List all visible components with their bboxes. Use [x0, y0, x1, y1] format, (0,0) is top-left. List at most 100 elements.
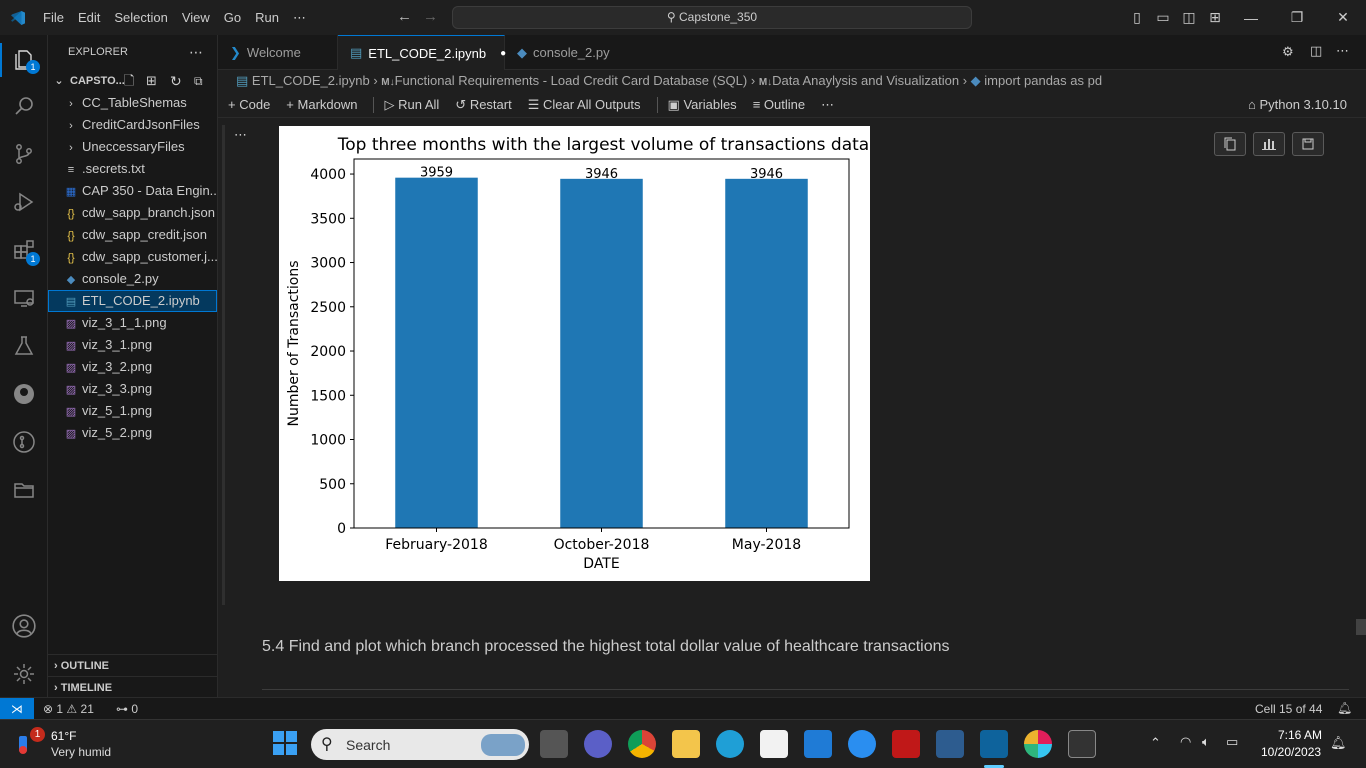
- tree-folder[interactable]: › CC_TableShemas: [48, 92, 217, 114]
- menu-more[interactable]: ⋯: [286, 0, 313, 35]
- tree-folder[interactable]: › CreditCardJsonFiles: [48, 114, 217, 136]
- tree-file[interactable]: ▨ viz_5_1.png: [48, 400, 217, 422]
- teams-meet-icon[interactable]: [584, 730, 612, 758]
- new-file-icon[interactable]: 🗋: [124, 70, 134, 92]
- tree-file[interactable]: {} cdw_sapp_branch.json: [48, 202, 217, 224]
- timeline-section[interactable]: › TIMELINE: [48, 676, 217, 698]
- refresh-icon[interactable]: ↻: [170, 70, 182, 92]
- battery-icon[interactable]: ▭: [1226, 734, 1238, 750]
- outline-button[interactable]: ≡ Outline: [753, 97, 805, 112]
- clear-outputs-button[interactable]: ☰ Clear All Outputs: [528, 97, 641, 113]
- get-help-icon[interactable]: [848, 730, 876, 758]
- notification-bell-icon[interactable]: 🔔︎: [1330, 735, 1347, 751]
- tree-file[interactable]: ▤ ETL_CODE_2.ipynb: [48, 290, 217, 312]
- tab-etl-notebook[interactable]: ▤ ETL_CODE_2.ipynb ●: [338, 35, 506, 70]
- breadcrumb-file[interactable]: ETL_CODE_2.ipynb: [252, 73, 370, 88]
- slack-icon[interactable]: [1024, 730, 1052, 758]
- myhp-icon[interactable]: [804, 730, 832, 758]
- breadcrumb-cell[interactable]: import pandas as pd: [984, 73, 1102, 88]
- forward-arrow-icon[interactable]: →: [423, 8, 438, 25]
- folder-icon[interactable]: [8, 474, 40, 506]
- gear-icon[interactable]: [8, 658, 40, 690]
- github-icon[interactable]: [8, 378, 40, 410]
- mysql-workbench-icon[interactable]: [936, 730, 964, 758]
- problems-indicator[interactable]: ⊗ 1 ⚠ 21: [43, 702, 94, 716]
- cell-position[interactable]: Cell 15 of 44: [1255, 702, 1322, 716]
- save-output-icon[interactable]: [1292, 132, 1324, 156]
- menu-edit[interactable]: Edit: [71, 0, 107, 35]
- remote-indicator-icon[interactable]: ⋊: [0, 698, 34, 719]
- toggle-sidebar-icon[interactable]: ▯: [1126, 0, 1148, 35]
- breadcrumb-section-2[interactable]: Data Anaylysis and Visualization: [772, 73, 959, 88]
- split-editor-icon[interactable]: ◫: [1310, 43, 1322, 59]
- outline-section[interactable]: › OUTLINE: [48, 654, 217, 676]
- taskbar-search-box[interactable]: ⚲ Search: [311, 729, 529, 760]
- mcafee-icon[interactable]: [892, 730, 920, 758]
- close-window-button[interactable]: ✕: [1320, 0, 1366, 35]
- toggle-panel-icon[interactable]: ▭: [1152, 0, 1174, 35]
- tree-file[interactable]: ◆ console_2.py: [48, 268, 217, 290]
- terminal-icon[interactable]: [1068, 730, 1096, 758]
- copy-output-icon[interactable]: [1214, 132, 1246, 156]
- notification-bell-icon[interactable]: 🔔︎: [1337, 701, 1352, 715]
- tree-file[interactable]: {} cdw_sapp_customer.j...: [48, 246, 217, 268]
- chart-view-icon[interactable]: [1253, 132, 1285, 156]
- file-explorer-icon[interactable]: [672, 730, 700, 758]
- scrollbar-thumb[interactable]: [1356, 619, 1366, 635]
- menu-file[interactable]: File: [36, 0, 71, 35]
- tree-file[interactable]: ≡ .secrets.txt: [48, 158, 217, 180]
- search-icon[interactable]: [8, 90, 40, 122]
- new-folder-icon[interactable]: ⊞: [146, 70, 157, 92]
- edge-icon[interactable]: [716, 730, 744, 758]
- tree-file[interactable]: ▨ viz_3_1_1.png: [48, 312, 217, 334]
- restore-button[interactable]: ❐: [1274, 0, 1320, 35]
- tree-folder[interactable]: › UneccessaryFiles: [48, 136, 217, 158]
- tab-console-py[interactable]: ◆ console_2.py: [505, 35, 629, 70]
- microsoft-store-icon[interactable]: [760, 730, 788, 758]
- windows-start-icon[interactable]: [272, 730, 300, 758]
- tree-file[interactable]: ▦ CAP 350 - Data Engin...: [48, 180, 217, 202]
- tab-welcome[interactable]: ❯ Welcome: [218, 35, 338, 70]
- kernel-picker[interactable]: ⌂ Python 3.10.10: [1248, 97, 1347, 112]
- wifi-icon[interactable]: ◠: [1180, 734, 1191, 750]
- menu-go[interactable]: Go: [217, 0, 248, 35]
- gitlens-icon[interactable]: [8, 426, 40, 458]
- tree-file[interactable]: ▨ viz_3_1.png: [48, 334, 217, 356]
- account-icon[interactable]: [8, 610, 40, 642]
- command-center-search[interactable]: ⚲ Capstone_350: [452, 6, 972, 29]
- task-view-icon[interactable]: [540, 730, 568, 758]
- volume-icon[interactable]: 🔈︎: [1202, 734, 1210, 750]
- tree-file[interactable]: ▨ viz_5_2.png: [48, 422, 217, 444]
- collapse-all-icon[interactable]: ⧉: [194, 70, 203, 92]
- minimize-button[interactable]: —: [1228, 0, 1274, 35]
- add-code-cell-button[interactable]: + Code: [228, 97, 270, 112]
- chevron-up-icon[interactable]: ⌃: [1150, 735, 1161, 751]
- remote-explorer-icon[interactable]: [8, 282, 40, 314]
- workspace-root[interactable]: ⌄ CAPSTO... 🗋 ⊞ ↻ ⧉: [48, 70, 217, 92]
- menu-view[interactable]: View: [175, 0, 217, 35]
- tree-file[interactable]: {} cdw_sapp_credit.json: [48, 224, 217, 246]
- run-debug-icon[interactable]: [8, 186, 40, 218]
- add-markdown-cell-button[interactable]: + Markdown: [286, 97, 357, 112]
- toggle-secondary-sidebar-icon[interactable]: ◫: [1178, 0, 1200, 35]
- ports-indicator[interactable]: ⊶ 0: [116, 702, 138, 716]
- menu-selection[interactable]: Selection: [107, 0, 174, 35]
- menu-run[interactable]: Run: [248, 0, 286, 35]
- source-control-icon[interactable]: [8, 138, 40, 170]
- restart-button[interactable]: ↺ Restart: [455, 97, 511, 113]
- clock-time[interactable]: 7:16 AM: [1278, 728, 1322, 742]
- more-button[interactable]: ⋯: [821, 97, 834, 113]
- vscode-taskbar-icon[interactable]: [980, 730, 1008, 758]
- testing-icon[interactable]: [8, 330, 40, 362]
- variables-button[interactable]: ▣ Variables: [668, 97, 737, 113]
- more-actions-icon[interactable]: ⋯: [1336, 43, 1349, 59]
- gear-icon[interactable]: ⚙: [1282, 44, 1294, 60]
- tree-file[interactable]: ▨ viz_3_2.png: [48, 356, 217, 378]
- run-all-button[interactable]: ▷ Run All: [384, 97, 439, 113]
- breadcrumb-section-1[interactable]: Functional Requirements - Load Credit Ca…: [395, 73, 748, 88]
- cell-more-icon[interactable]: ⋯: [234, 127, 247, 143]
- tree-file[interactable]: ▨ viz_3_3.png: [48, 378, 217, 400]
- markdown-cell-text[interactable]: 5.4 Find and plot which branch processed…: [262, 638, 950, 656]
- customize-layout-icon[interactable]: ⊞: [1204, 0, 1226, 35]
- clock-date[interactable]: 10/20/2023: [1261, 745, 1321, 759]
